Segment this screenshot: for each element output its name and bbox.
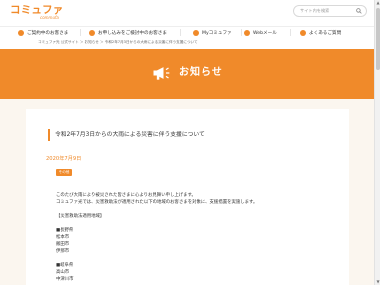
- body-line: 中津川市: [56, 277, 74, 282]
- commufa-logo[interactable]: コミュファ commufa: [10, 5, 64, 21]
- house-icon: [18, 29, 24, 36]
- search-placeholder: サイト内を検索: [300, 8, 330, 13]
- nav-item-faq[interactable]: よくあるご質問: [300, 27, 341, 38]
- search-input[interactable]: サイト内を検索: [293, 5, 367, 17]
- nav-item-label: Webメール: [253, 30, 277, 36]
- article-card: 令和2年7月3日からの大雨による災害に伴う支援について 2020年7月9日 その…: [26, 109, 349, 285]
- page-hero: お知らせ: [0, 49, 374, 99]
- megaphone-icon: [153, 67, 170, 80]
- body-line: 伊那市: [56, 249, 70, 254]
- nav-divider: [80, 29, 81, 36]
- nav-item-label: お申し込みをご検討中のお客さま: [98, 30, 167, 36]
- page-scrollbar[interactable]: ▲ ▼: [374, 0, 380, 285]
- site-header: コミュファ commufa サイト内を検索: [0, 0, 374, 26]
- body-line: ■岐阜県: [56, 263, 74, 268]
- mail-icon: [244, 29, 250, 36]
- scroll-down-icon[interactable]: ▼: [376, 280, 380, 284]
- body-line: 飯田市: [56, 242, 70, 247]
- search-icon[interactable]: [356, 8, 362, 14]
- nav-divider: [180, 29, 181, 36]
- main-content: 令和2年7月3日からの大雨による災害に伴う支援について 2020年7月9日 その…: [0, 99, 374, 285]
- nav-item-prospective-customers[interactable]: お申し込みをご検討中のお客さま: [89, 27, 167, 38]
- nav-item-current-customers[interactable]: ご契約中のお客さま: [18, 27, 68, 38]
- breadcrumb: コミュファ光 公式サイト ＞ お知らせ ＞ 令和2年7月3日からの大雨による災害…: [38, 40, 198, 44]
- logo-subtext: commufa: [40, 15, 59, 20]
- nav-divider: [290, 29, 291, 36]
- article-date: 2020年7月9日: [46, 156, 82, 162]
- category-badge: その他: [56, 169, 72, 176]
- nav-item-webmail[interactable]: Webメール: [244, 27, 277, 38]
- document-icon: [89, 29, 95, 36]
- scroll-up-icon[interactable]: ▲: [376, 1, 380, 5]
- article-title: 令和2年7月3日からの大雨による災害に伴う支援について: [48, 129, 205, 141]
- body-line: ■長野県: [56, 228, 74, 233]
- body-line: 【災害救助法適用地域】: [56, 214, 105, 219]
- heart-icon: [193, 29, 199, 36]
- nav-item-label: Myコミュファ: [202, 30, 232, 36]
- global-nav: ご契約中のお客さま お申し込みをご検討中のお客さま Myコミュファ Webメール…: [0, 26, 374, 37]
- body-line: このたび大雨により被災された皆さまに心よりお見舞い申し上げます。: [56, 193, 196, 198]
- question-icon: [300, 29, 306, 36]
- nav-item-label: よくあるご質問: [309, 30, 342, 36]
- nav-divider: [241, 29, 242, 36]
- body-line: 松本市: [56, 235, 70, 240]
- body-line: コミュファ光では、災害救助法が適用された以下の地域のお客さまを対象に、支援措置を…: [56, 200, 258, 205]
- nav-item-my-commufa[interactable]: Myコミュファ: [193, 27, 232, 38]
- body-line: 高山市: [56, 270, 70, 275]
- nav-item-label: ご契約中のお客さま: [27, 30, 69, 36]
- scroll-thumb[interactable]: [376, 8, 380, 70]
- page-title: お知らせ: [179, 67, 223, 78]
